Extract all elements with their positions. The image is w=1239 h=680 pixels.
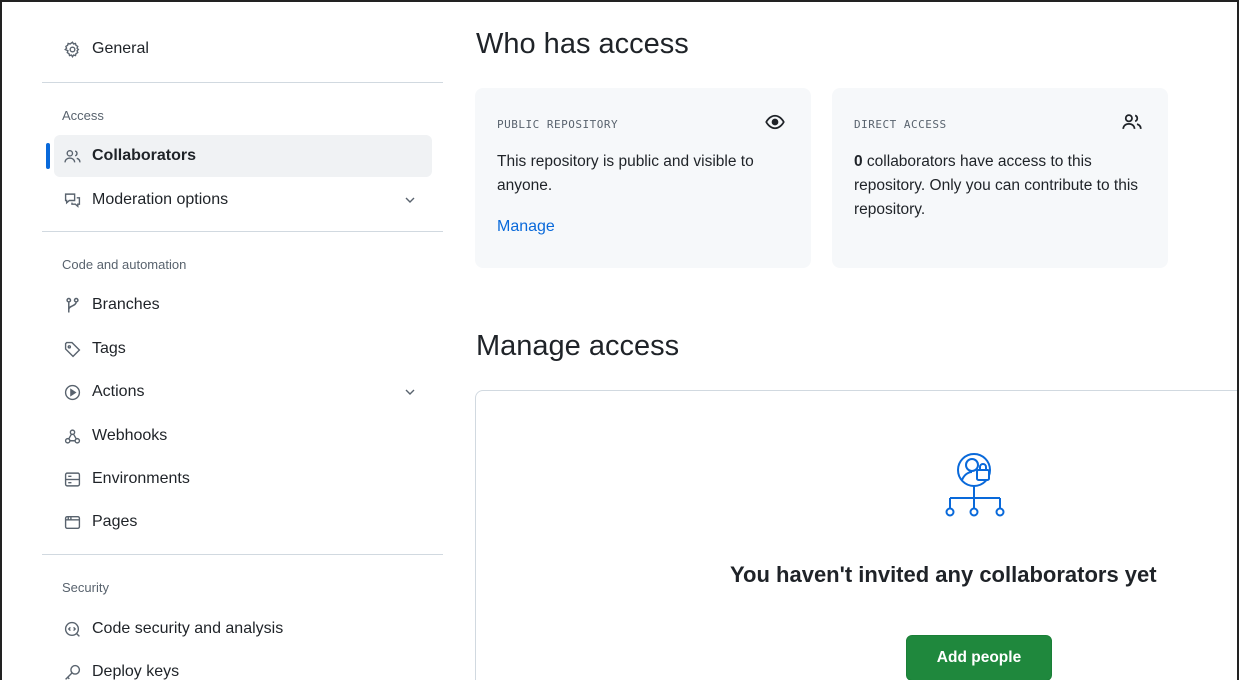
branch-icon	[62, 295, 82, 315]
sidebar-item-label: Webhooks	[92, 427, 168, 444]
manage-access-panel	[475, 390, 1237, 680]
sidebar-item-environments[interactable]: Environments	[54, 458, 432, 500]
public-repository-card: PUBLIC REPOSITORY This repository is pub…	[475, 88, 811, 268]
sidebar-item-label: Environments	[92, 470, 190, 487]
people-icon	[62, 146, 82, 166]
sidebar-item-deploy-keys[interactable]: Deploy keys	[54, 651, 432, 680]
direct-access-card: DIRECT ACCESS 0 collaborators have acces…	[832, 88, 1168, 268]
card-body: 0 collaborators have access to this repo…	[854, 150, 1154, 222]
sidebar-item-code-security[interactable]: Code security and analysis	[54, 608, 432, 650]
sidebar-item-label: Moderation options	[92, 191, 229, 208]
people-icon	[1122, 114, 1142, 129]
active-indicator	[46, 143, 50, 169]
tag-icon	[62, 339, 82, 359]
eye-icon	[765, 114, 785, 130]
webhook-icon	[62, 426, 82, 446]
codescan-icon	[62, 619, 82, 639]
add-people-button[interactable]: Add people	[906, 635, 1052, 680]
sidebar-item-branches[interactable]: Branches	[54, 284, 432, 326]
section-heading-code-automation: Code and automation	[62, 257, 187, 272]
window-frame: General Access Collaborators Moderation …	[0, 0, 1239, 680]
browser-icon	[62, 512, 82, 532]
settings-sidebar: General Access Collaborators Moderation …	[42, 2, 443, 680]
card-body: This repository is public and visible to…	[497, 153, 754, 194]
sidebar-item-label: Pages	[92, 513, 138, 530]
section-heading-security: Security	[62, 580, 109, 595]
sidebar-item-general[interactable]: General	[54, 28, 432, 70]
sidebar-item-moderation[interactable]: Moderation options	[54, 179, 432, 221]
sidebar-divider	[42, 554, 443, 555]
sidebar-divider	[42, 231, 443, 232]
sidebar-item-pages[interactable]: Pages	[54, 501, 432, 543]
sidebar-item-label: Code security and analysis	[92, 620, 284, 637]
sidebar-item-collaborators[interactable]: Collaborators	[46, 135, 432, 177]
section-heading-access: Access	[62, 108, 104, 123]
sidebar-item-tags[interactable]: Tags	[54, 328, 432, 370]
server-icon	[62, 469, 82, 489]
card-label: PUBLIC REPOSITORY	[497, 118, 619, 131]
key-icon	[62, 662, 82, 680]
play-icon	[62, 382, 82, 402]
manage-access-heading: Manage access	[476, 330, 680, 362]
sidebar-item-label: Actions	[92, 383, 145, 400]
sidebar-item-label: Deploy keys	[92, 663, 180, 680]
card-body-text: collaborators have access to this reposi…	[854, 153, 1139, 218]
sidebar-item-label: Tags	[92, 340, 126, 357]
sidebar-divider	[42, 82, 443, 83]
card-label: DIRECT ACCESS	[854, 118, 947, 131]
manage-link[interactable]: Manage	[497, 218, 555, 236]
who-has-access-heading: Who has access	[476, 28, 689, 60]
sidebar-item-label: General	[92, 40, 149, 57]
empty-state-title: You haven't invited any collaborators ye…	[730, 562, 1157, 587]
sidebar-item-actions[interactable]: Actions	[54, 371, 432, 413]
comment-discussion-icon	[62, 190, 82, 210]
sidebar-item-label: Branches	[92, 296, 160, 313]
collaborator-count: 0	[854, 153, 863, 170]
sidebar-item-label: Collaborators	[92, 147, 197, 164]
chevron-down-icon[interactable]	[402, 192, 418, 208]
chevron-down-icon[interactable]	[402, 384, 418, 400]
sidebar-item-webhooks[interactable]: Webhooks	[54, 415, 432, 457]
collaborators-lock-icon	[945, 453, 1005, 517]
gear-icon	[62, 39, 82, 59]
